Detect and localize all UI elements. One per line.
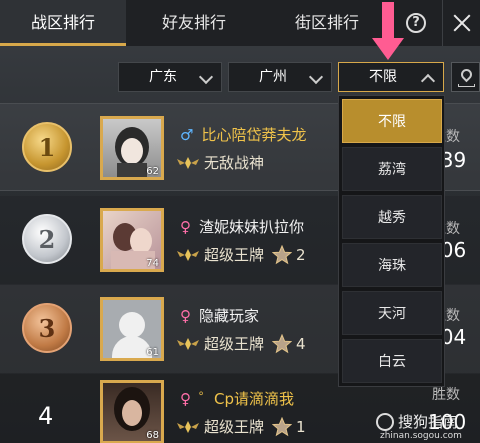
district-dropdown: 不限 荔湾 越秀 海珠 天河 白云: [338, 95, 445, 387]
stat-label: 胜数: [432, 387, 460, 403]
tier-star-icon: [272, 244, 293, 264]
tier-wing-icon: [177, 156, 199, 169]
player-name-text: 比心陪岱莽夫龙: [201, 126, 307, 144]
male-icon: ♂: [180, 126, 194, 144]
pin-shape: [458, 66, 475, 83]
level-badge: 62: [146, 166, 159, 177]
rank-number: 3: [38, 313, 56, 343]
district-select[interactable]: 不限: [338, 62, 444, 92]
province-value: 广东: [149, 69, 177, 85]
question-icon[interactable]: ?: [406, 13, 426, 33]
level-badge: 74: [146, 258, 159, 269]
tier-title-text: 超级王牌: [204, 246, 265, 264]
watermark: 搜狗指南 zhinan.sogou.com: [376, 411, 474, 441]
player-name: ♀ 渣妮妹妹扒拉你: [180, 216, 304, 237]
city-select[interactable]: 广州: [228, 62, 332, 92]
rank-number: 2: [38, 224, 56, 254]
province-select[interactable]: 广东: [118, 62, 222, 92]
watermark-url: zhinan.sogou.com: [380, 431, 462, 441]
tier-wing-icon: [177, 420, 199, 433]
tab-zone-ranking[interactable]: 战区排行: [0, 0, 126, 46]
tier-star-count: 2: [296, 245, 306, 264]
tier-wing-icon: [177, 337, 199, 350]
chevron-down-icon: [308, 69, 324, 85]
tier-title-text: 无敌战神: [204, 154, 265, 172]
avatar[interactable]: 61: [100, 297, 164, 361]
tier-wing-icon: [177, 248, 199, 261]
watermark-title: 搜狗指南: [398, 413, 459, 431]
player-name: ♂ 比心陪岱莽夫龙: [180, 124, 306, 145]
gold-medal-icon: 1: [22, 122, 72, 172]
avatar[interactable]: 68: [100, 380, 164, 443]
tier-title: 无敌战神: [176, 152, 264, 173]
tier-title: 超级王牌 1: [176, 416, 306, 437]
tier-star-count: 4: [296, 334, 306, 353]
female-icon: ♀: [180, 307, 191, 325]
avatar[interactable]: 74: [100, 208, 164, 272]
rank-number: 1: [38, 132, 56, 162]
default-avatar-head: [119, 312, 145, 338]
pin-base: [458, 84, 475, 87]
player-name-text: ゜Cp请滴滴我: [199, 390, 294, 408]
dropdown-option-baiyun[interactable]: 白云: [342, 339, 442, 383]
level-badge: 68: [146, 430, 159, 441]
female-icon: ♀: [180, 218, 191, 236]
location-pin-icon[interactable]: [451, 62, 480, 92]
close-icon[interactable]: [442, 0, 480, 46]
female-icon: ♀: [180, 390, 191, 408]
chevron-up-icon: [420, 73, 436, 89]
rank-number: 4: [38, 402, 54, 430]
tier-star-count: 1: [296, 417, 306, 436]
tier-star-icon: [272, 333, 293, 353]
silver-medal-icon: 2: [22, 214, 72, 264]
city-value: 广州: [259, 69, 287, 85]
district-value: 不限: [369, 69, 397, 85]
bronze-medal-icon: 3: [22, 303, 72, 353]
tier-star-icon: [272, 416, 293, 436]
tier-title: 超级王牌 2: [176, 244, 306, 265]
tier-title: 超级王牌 4: [176, 333, 306, 354]
level-badge: 61: [146, 347, 159, 358]
tab-bar: 战区排行 好友排行 街区排行 ?: [0, 0, 480, 46]
dropdown-option-tianhe[interactable]: 天河: [342, 291, 442, 335]
player-name-text: 渣妮妹妹扒拉你: [199, 218, 305, 236]
tier-title-text: 超级王牌: [204, 418, 265, 436]
player-name: ♀ ゜Cp请滴滴我: [180, 388, 294, 409]
player-name: ♀ 隐藏玩家: [180, 305, 259, 326]
dropdown-option-haizhu[interactable]: 海珠: [342, 243, 442, 287]
sogou-logo-icon: [376, 413, 394, 431]
dropdown-option-all[interactable]: 不限: [342, 99, 442, 143]
dropdown-option-yuexiu[interactable]: 越秀: [342, 195, 442, 239]
chevron-down-icon: [198, 69, 214, 85]
annotation-arrow-icon: [372, 2, 404, 60]
avatar[interactable]: 62: [100, 116, 164, 180]
tab-friends-ranking[interactable]: 好友排行: [126, 0, 262, 46]
tier-title-text: 超级王牌: [204, 335, 265, 353]
dropdown-option-liwan[interactable]: 荔湾: [342, 147, 442, 191]
player-name-text: 隐藏玩家: [199, 307, 260, 325]
